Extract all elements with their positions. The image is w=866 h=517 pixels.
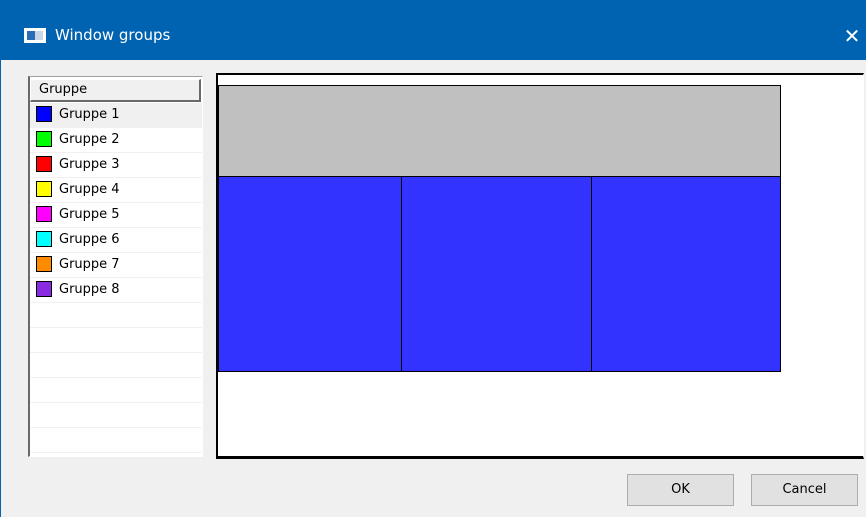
cancel-button[interactable]: Cancel — [751, 474, 858, 506]
list-item-empty — [30, 428, 202, 453]
color-swatch-icon — [36, 206, 52, 222]
list-item-label: Gruppe 4 — [59, 182, 120, 197]
window-icon — [24, 28, 46, 43]
list-item-empty — [30, 303, 202, 328]
list-item-empty — [30, 353, 202, 378]
list-item-gruppe-7[interactable]: Gruppe 7 — [30, 253, 202, 278]
list-item-label: Gruppe 6 — [59, 232, 120, 247]
list-item-gruppe-2[interactable]: Gruppe 2 — [30, 128, 202, 153]
window-groups-dialog: Window groups ✕ Gruppe Gruppe 1 Gruppe 2G… — [0, 0, 866, 517]
screen-bottom-left[interactable] — [218, 176, 402, 372]
list-item-gruppe-8[interactable]: Gruppe 8 — [30, 278, 202, 303]
canvas-inner-border — [218, 453, 863, 454]
window-layout-canvas[interactable] — [216, 73, 864, 459]
color-swatch-icon — [36, 231, 52, 247]
color-swatch-icon — [36, 181, 52, 197]
list-item-gruppe-5[interactable]: Gruppe 5 — [30, 203, 202, 228]
close-icon[interactable]: ✕ — [837, 22, 866, 52]
list-item-label: Gruppe 1 — [59, 107, 120, 122]
color-swatch-icon — [36, 281, 52, 297]
list-item-empty — [30, 328, 202, 353]
list-item-label: Gruppe 2 — [59, 132, 120, 147]
color-swatch-icon — [36, 256, 52, 272]
window-title: Window groups — [55, 26, 171, 44]
list-item-label: Gruppe 8 — [59, 282, 120, 297]
list-item-label: Gruppe 7 — [59, 257, 120, 272]
list-item-label: Gruppe 5 — [59, 207, 120, 222]
list-item-gruppe-4[interactable]: Gruppe 4 — [30, 178, 202, 203]
list-item-empty — [30, 378, 202, 403]
color-swatch-icon — [36, 156, 52, 172]
color-swatch-icon — [36, 131, 52, 147]
ok-button[interactable]: OK — [627, 474, 734, 506]
screen-bottom-middle[interactable] — [401, 176, 592, 372]
list-item-label: Gruppe 3 — [59, 157, 120, 172]
list-item-gruppe-1[interactable]: Gruppe 1 — [30, 103, 202, 128]
list-item-gruppe-6[interactable]: Gruppe 6 — [30, 228, 202, 253]
screen-top[interactable] — [218, 85, 781, 178]
group-list[interactable]: Gruppe Gruppe 1 Gruppe 2 Gruppe 3 Gruppe 4G… — [28, 76, 203, 457]
color-swatch-icon — [36, 106, 52, 122]
screen-bottom-right[interactable] — [591, 176, 781, 372]
list-header-gruppe[interactable]: Gruppe — [30, 79, 201, 102]
group-list-rows: Gruppe 1 Gruppe 2 Gruppe 3 Gruppe 4 Gruppe 5… — [30, 103, 202, 453]
list-item-gruppe-3[interactable]: Gruppe 3 — [30, 153, 202, 178]
list-item-empty — [30, 403, 202, 428]
title-bar[interactable]: Window groups ✕ — [1, 0, 866, 60]
